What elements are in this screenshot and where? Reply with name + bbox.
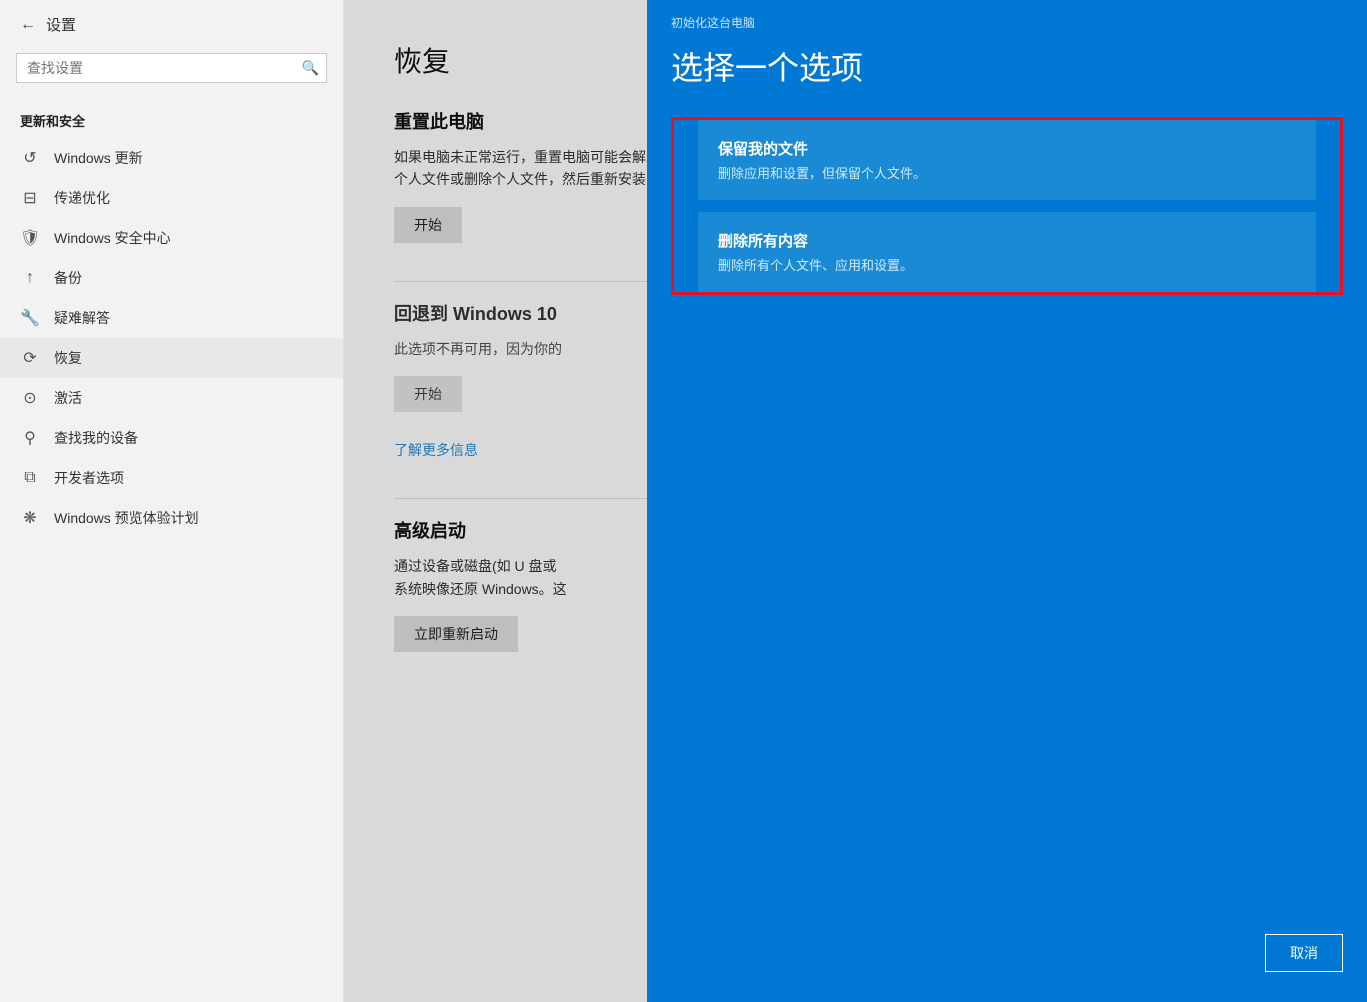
- sidebar-nav: ↺ Windows 更新 ⊟ 传递优化 🛡 Windows 安全中心 ↑ 备份 …: [0, 138, 343, 538]
- sidebar-item-windows-security[interactable]: 🛡 Windows 安全中心: [0, 218, 343, 258]
- troubleshoot-icon: 🔧: [20, 308, 40, 328]
- reset-options-modal: 初始化这台电脑 选择一个选项 保留我的文件 删除应用和设置，但保留个人文件。 删…: [647, 0, 1367, 1002]
- sidebar-item-label: 备份: [54, 268, 82, 288]
- back-button[interactable]: ←: [20, 16, 36, 34]
- delete-all-title: 删除所有内容: [718, 230, 1296, 251]
- modal-label: 初始化这台电脑: [647, 0, 1367, 31]
- search-icon: 🔍: [302, 60, 319, 77]
- sidebar-item-activation[interactable]: ⊙ 激活: [0, 378, 343, 418]
- recovery-icon: ⟳: [20, 348, 40, 368]
- modal-overlay: 初始化这台电脑 选择一个选项 保留我的文件 删除应用和设置，但保留个人文件。 删…: [344, 0, 1367, 1002]
- sidebar-item-label: 查找我的设备: [54, 428, 138, 448]
- sidebar-item-backup[interactable]: ↑ 备份: [0, 258, 343, 298]
- sidebar: ← 设置 🔍 更新和安全 ↺ Windows 更新 ⊟ 传递优化 🛡 Windo…: [0, 0, 344, 1002]
- modal-footer: 取消: [1265, 934, 1343, 972]
- sidebar-item-label: Windows 预览体验计划: [54, 508, 199, 528]
- delete-all-desc: 删除所有个人文件、应用和设置。: [718, 255, 1296, 274]
- main-content: 恢复 重置此电脑 如果电脑未正常运行，重置电脑可能会解决问题。重置时，可以选择保…: [344, 0, 1367, 1002]
- keep-files-title: 保留我的文件: [718, 138, 1296, 159]
- sidebar-item-label: 恢复: [54, 348, 82, 368]
- activation-icon: ⊙: [20, 388, 40, 408]
- windows-security-icon: 🛡: [20, 228, 40, 248]
- sidebar-header: ← 设置: [0, 0, 343, 49]
- sidebar-item-label: Windows 安全中心: [54, 228, 171, 248]
- sidebar-item-troubleshoot[interactable]: 🔧 疑难解答: [0, 298, 343, 338]
- modal-title: 选择一个选项: [647, 31, 1367, 117]
- back-icon: ←: [20, 16, 36, 34]
- search-input[interactable]: [16, 53, 327, 83]
- sidebar-section-title: 更新和安全: [0, 103, 343, 138]
- sidebar-item-windows-insider[interactable]: ❋ Windows 预览体验计划: [0, 498, 343, 538]
- backup-icon: ↑: [20, 269, 40, 287]
- sidebar-item-label: 疑难解答: [54, 308, 110, 328]
- find-device-icon: ⚲: [20, 428, 40, 448]
- delete-all-option[interactable]: 删除所有内容 删除所有个人文件、应用和设置。: [698, 212, 1316, 292]
- modal-cancel-button[interactable]: 取消: [1265, 934, 1343, 972]
- sidebar-item-label: 激活: [54, 388, 82, 408]
- windows-insider-icon: ❋: [20, 508, 40, 528]
- sidebar-title: 设置: [46, 14, 76, 35]
- delivery-opt-icon: ⊟: [20, 188, 40, 208]
- sidebar-item-label: 开发者选项: [54, 468, 124, 488]
- developer-icon: ⧉: [20, 469, 40, 487]
- sidebar-item-label: Windows 更新: [54, 148, 143, 168]
- sidebar-item-label: 传递优化: [54, 188, 110, 208]
- windows-update-icon: ↺: [20, 148, 40, 168]
- sidebar-item-find-device[interactable]: ⚲ 查找我的设备: [0, 418, 343, 458]
- search-container: 🔍: [16, 53, 327, 83]
- modal-options-container: 保留我的文件 删除应用和设置，但保留个人文件。 删除所有内容 删除所有个人文件、…: [671, 117, 1343, 295]
- keep-files-desc: 删除应用和设置，但保留个人文件。: [718, 163, 1296, 182]
- keep-files-option[interactable]: 保留我的文件 删除应用和设置，但保留个人文件。: [698, 120, 1316, 200]
- sidebar-item-developer[interactable]: ⧉ 开发者选项: [0, 458, 343, 498]
- sidebar-item-recovery[interactable]: ⟳ 恢复: [0, 338, 343, 378]
- sidebar-item-windows-update[interactable]: ↺ Windows 更新: [0, 138, 343, 178]
- sidebar-item-delivery-opt[interactable]: ⊟ 传递优化: [0, 178, 343, 218]
